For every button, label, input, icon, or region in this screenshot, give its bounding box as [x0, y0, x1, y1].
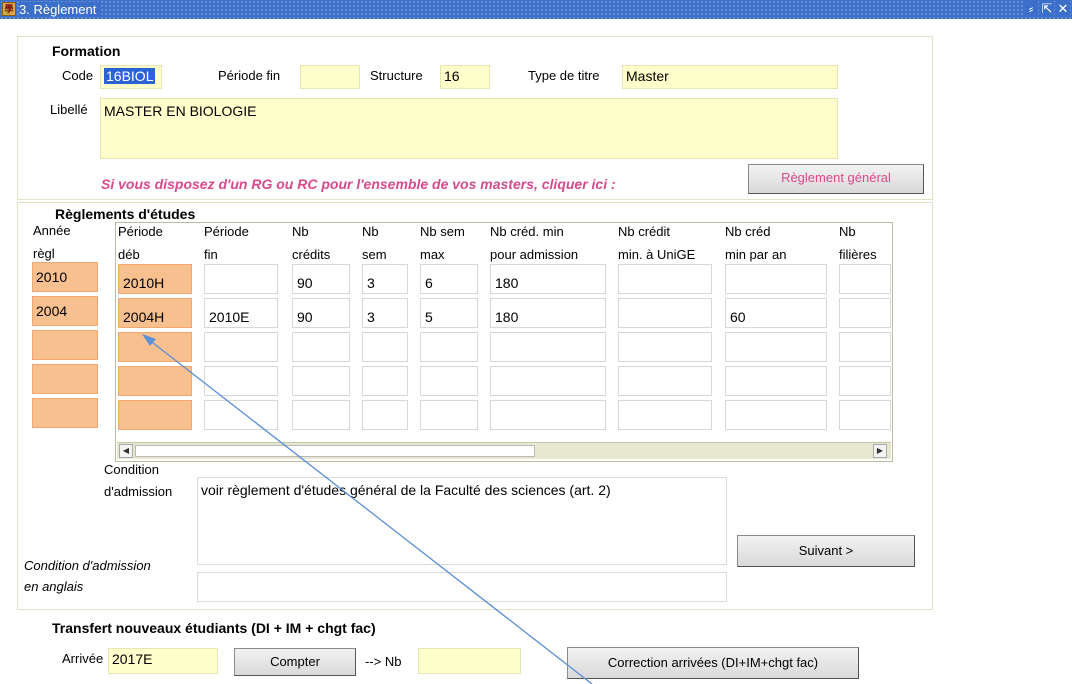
annotation-arrow-line [147, 338, 593, 684]
annotation-arrow [142, 334, 593, 684]
